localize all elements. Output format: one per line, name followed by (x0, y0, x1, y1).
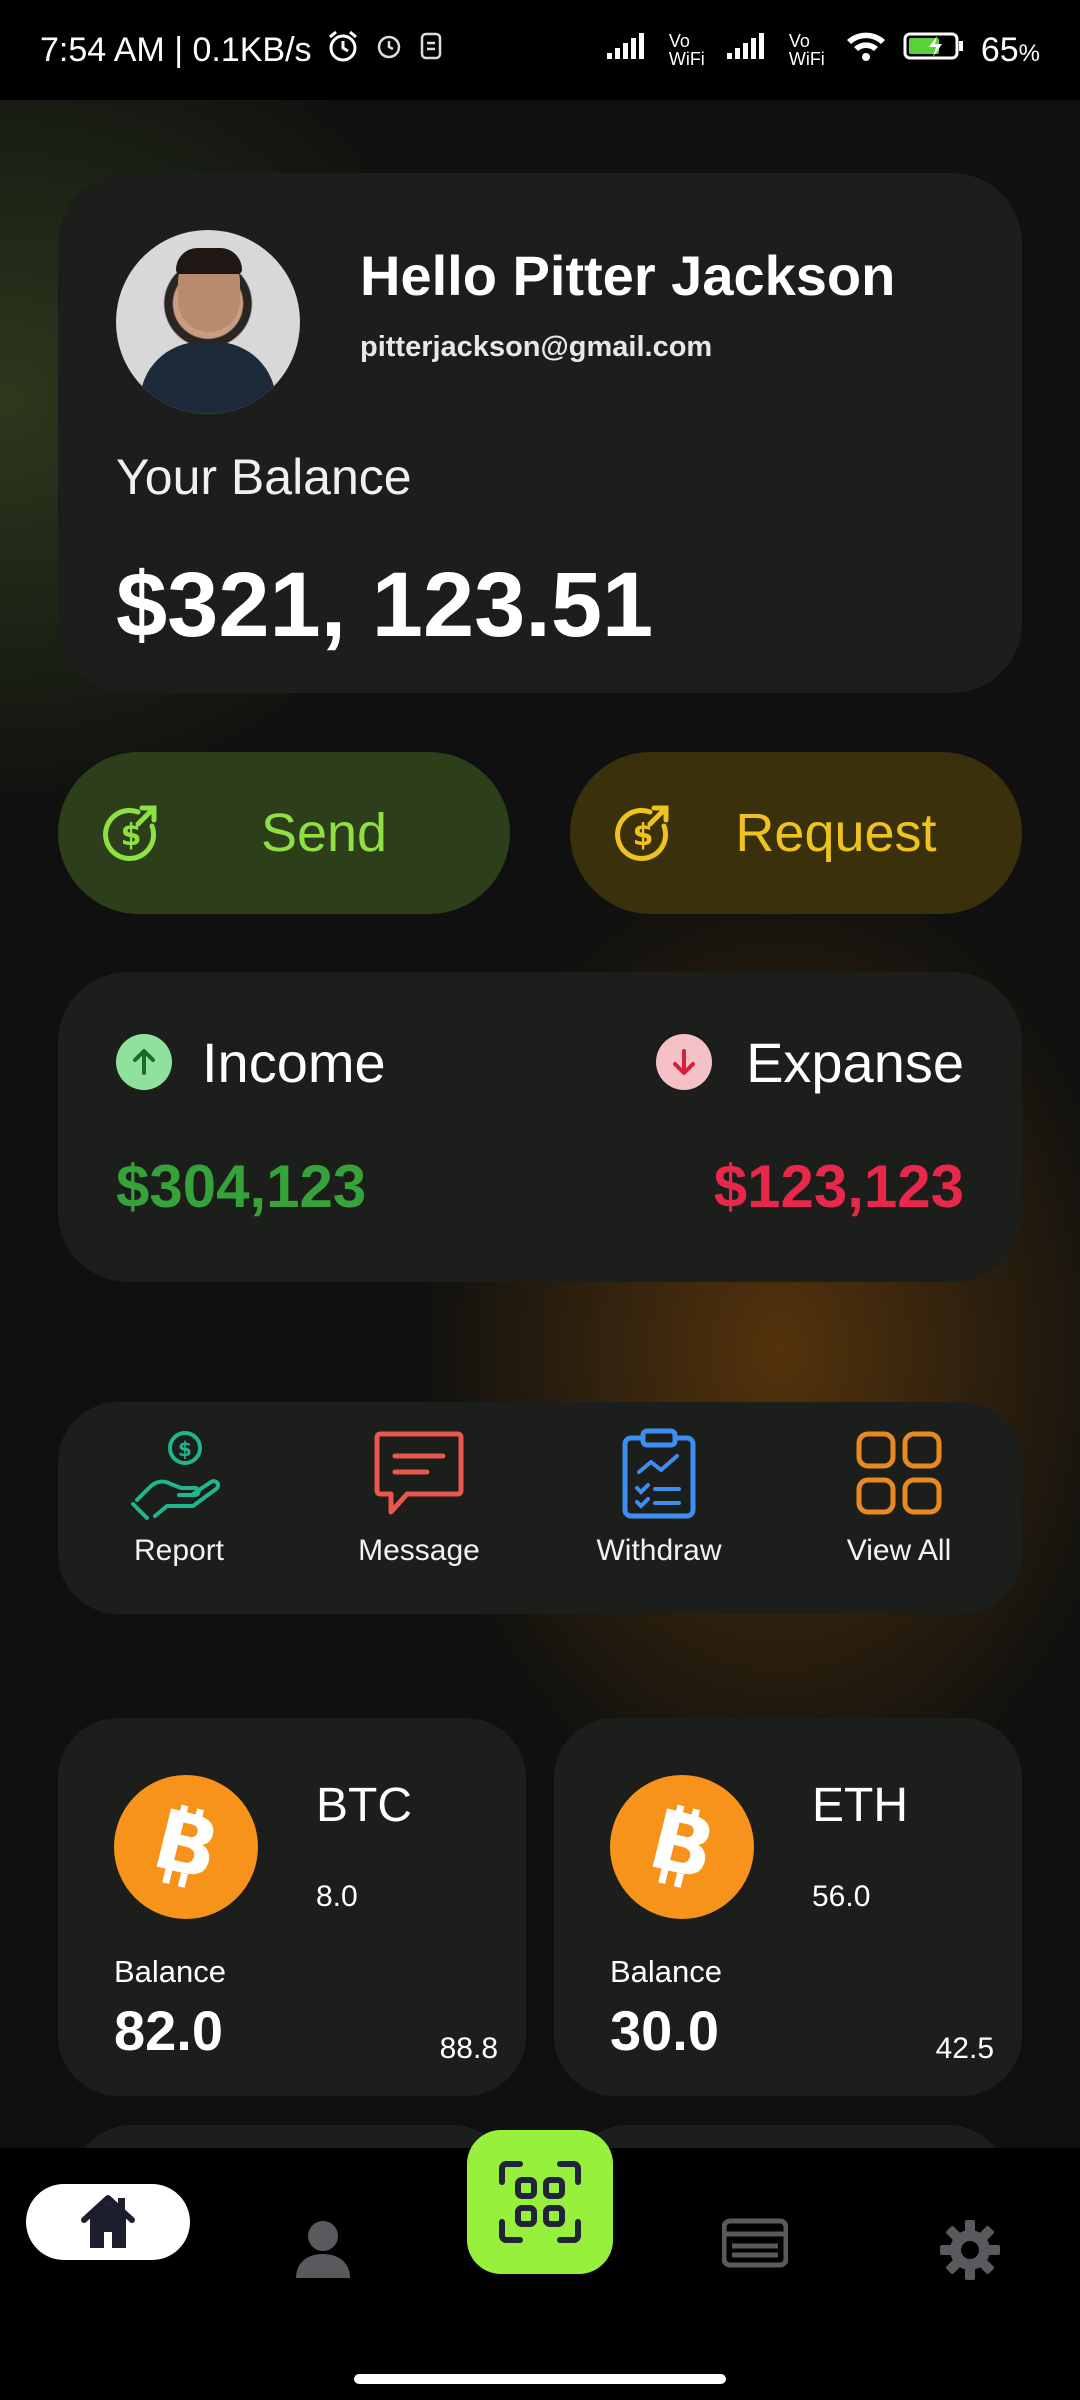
expense-label: Expanse (746, 1031, 964, 1094)
view-all-label: View All (846, 1534, 952, 1567)
bitcoin-icon: B (610, 1775, 754, 1919)
request-button[interactable]: $ Request (570, 752, 1022, 914)
vowifi-label-1: Vo WiFi (668, 31, 705, 69)
request-label: Request (735, 803, 937, 863)
message-action[interactable]: Message (319, 1428, 519, 1568)
balance-label: Your Balance (116, 449, 412, 505)
income-label: Income (202, 1031, 386, 1094)
send-label: Send (260, 803, 388, 863)
view-all-action[interactable]: View All (799, 1428, 999, 1568)
report-label: Report (133, 1534, 225, 1567)
nav-profile[interactable] (292, 2218, 354, 2285)
income-expense-card: Income Expanse $304,123 $123,123 (58, 972, 1022, 1282)
avatar[interactable] (116, 230, 300, 414)
arrow-up-icon (116, 1034, 172, 1090)
expense-value: $123,123 (713, 1153, 964, 1220)
nav-settings[interactable] (938, 2218, 1002, 2287)
hand-coin-icon: $ (131, 1431, 221, 1520)
greeting: Hello Pitter Jackson (360, 244, 896, 307)
coin-card-eth[interactable]: B ETH 56.0 Balance 30.0 42.5 (554, 1718, 1022, 2096)
bitcoin-icon: B (114, 1775, 258, 1919)
balance-value: $321, 123.51 (116, 554, 654, 656)
coin-side-value: 88.8 (439, 2032, 498, 2065)
report-action[interactable]: $ Report (79, 1428, 279, 1568)
coin-amount: 56.0 (812, 1880, 871, 1913)
vowifi-label-2: Vo WiFi (788, 31, 825, 69)
battery-charging-icon (903, 31, 965, 70)
message-label: Message (358, 1534, 480, 1567)
alarm-icon (326, 29, 360, 72)
coin-amount: 8.0 (316, 1880, 358, 1913)
coin-balance-label: Balance (610, 1954, 723, 1989)
home-indicator[interactable] (354, 2374, 726, 2384)
signal-icon (605, 31, 653, 70)
coin-side-value: 42.5 (935, 2032, 994, 2065)
status-bar: 7:54 AM | 0.1KB/s Vo WiFi Vo WiFi 65% (0, 0, 1080, 100)
alarm-clock-icon (374, 31, 404, 70)
coin-balance-label: Balance (114, 1954, 227, 1989)
withdraw-action[interactable]: Withdraw (559, 1428, 759, 1568)
profile-icon (296, 2221, 350, 2278)
wifi-icon (845, 30, 887, 71)
send-button[interactable]: $ Send (58, 752, 510, 914)
nav-cards[interactable] (721, 2218, 789, 2273)
home-icon (81, 2195, 135, 2248)
coin-card-btc[interactable]: B BTC 8.0 Balance 82.0 88.8 (58, 1718, 526, 2096)
status-time: 7:54 AM | 0.1KB/s (40, 30, 312, 69)
quick-actions: $ Report Message Withdraw View All (58, 1402, 1022, 1614)
user-email: pitterjackson@gmail.com (360, 331, 713, 363)
nav-home[interactable] (26, 2184, 190, 2260)
settings-icon (940, 2220, 1000, 2280)
clipboard-chart-icon (622, 1428, 696, 1519)
qr-scan-icon (499, 2161, 581, 2243)
sim-icon (418, 31, 444, 70)
arrow-down-icon (656, 1034, 712, 1090)
profile-card: Hello Pitter Jackson pitterjackson@gmail… (58, 173, 1022, 693)
svg-text:$: $ (178, 1437, 192, 1461)
coin-symbol: BTC (316, 1779, 412, 1832)
battery-level: 65% (980, 30, 1040, 69)
message-icon (374, 1431, 464, 1515)
grid-icon (856, 1431, 942, 1515)
signal-icon-2 (725, 31, 773, 70)
withdraw-label: Withdraw (596, 1534, 722, 1567)
coin-symbol: ETH (812, 1779, 908, 1832)
coin-balance: 82.0 (114, 1999, 223, 2062)
income-value: $304,123 (116, 1153, 367, 1220)
coin-balance: 30.0 (610, 1999, 719, 2062)
qr-scan-button[interactable] (467, 2130, 613, 2274)
card-icon (721, 2218, 789, 2268)
